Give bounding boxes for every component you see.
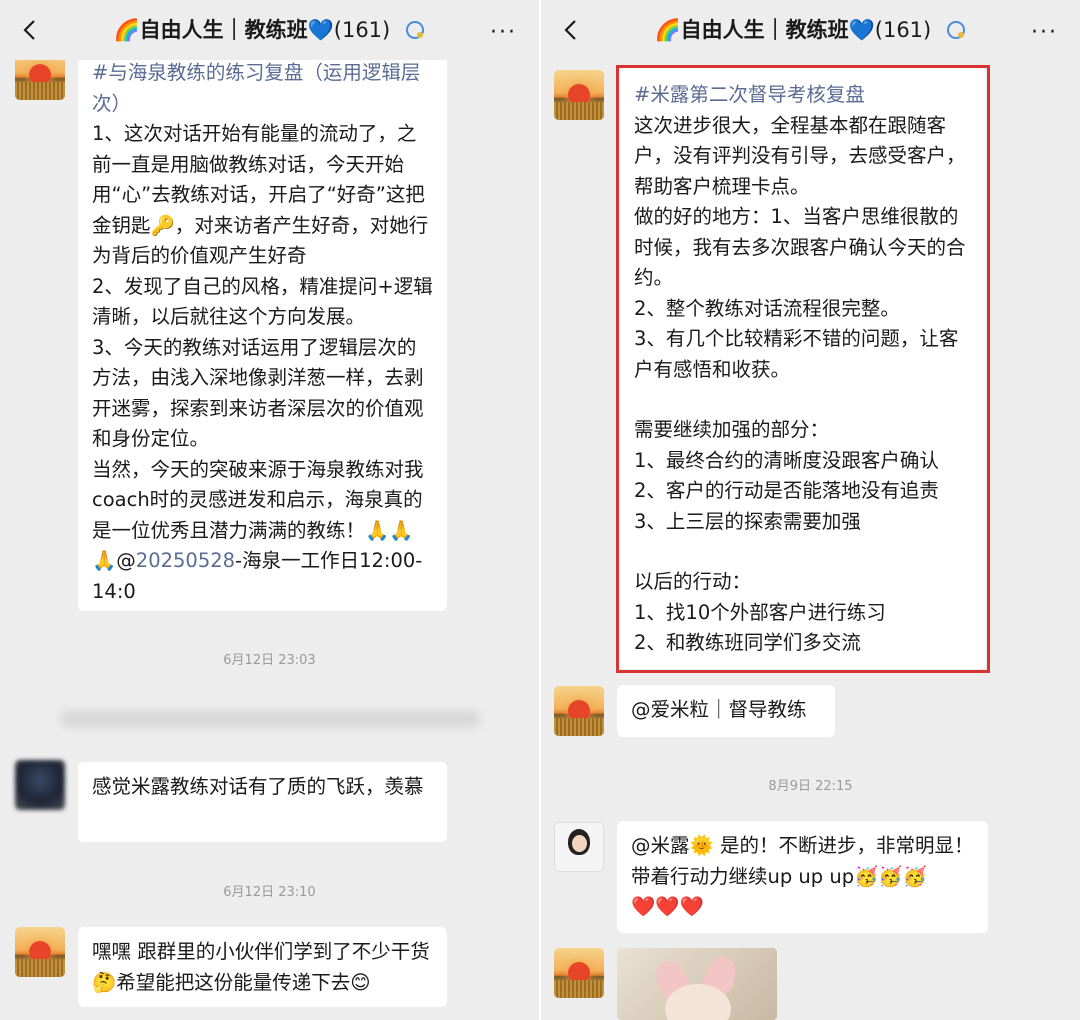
avatar[interactable] [15, 760, 65, 810]
message-line: 2、发现了自己的风格，精准提问+逻辑清晰，以后就往这个方向发展。 [92, 274, 433, 329]
date-link[interactable]: 20250528 [136, 549, 235, 572]
mini-program-icon[interactable] [404, 19, 426, 41]
more-icon[interactable]: ··· [490, 20, 517, 45]
timestamp: 8月9日 22:15 [768, 779, 853, 794]
more-icon[interactable]: ··· [1031, 20, 1058, 45]
message-line: 1、这次对话开始有能量的流动了，之前一直是用脑做教练对话，今天开始用“心”去教练… [92, 122, 429, 267]
message-bubble[interactable]: @米露🌞 是的！不断进步，非常明显！带着行动力继续up up up🥳🥳🥳 ❤️❤… [617, 821, 988, 933]
message-line: 当然，今天的突破来源于海泉教练对我coach时的灵感迸发和启示，海泉真的是一位优… [92, 457, 424, 603]
left-chat-panel: 🌈自由人生｜教练班💙(161) ··· #与海泉教练的练习复盘（运用逻辑层次） … [0, 0, 539, 1020]
avatar[interactable] [15, 927, 65, 977]
timestamp: 6月12日 23:10 [223, 885, 316, 900]
chat-title: 🌈自由人生｜教练班💙(161) [0, 14, 539, 44]
image-message[interactable] [617, 948, 777, 1020]
avatar[interactable] [554, 686, 604, 736]
mini-program-icon[interactable] [945, 19, 967, 41]
message-bubble[interactable]: #与海泉教练的练习复盘（运用逻辑层次） 1、这次对话开始有能量的流动了，之前一直… [78, 48, 447, 611]
avatar[interactable] [554, 70, 604, 120]
chat-header: 🌈自由人生｜教练班💙(161) ··· [0, 0, 539, 60]
message-bubble[interactable]: 嘿嘿 跟群里的小伙伴们学到了不少干货🤔希望能把这份能量传递下去😊 [78, 927, 447, 1007]
message-line: 3、今天的教练对话运用了逻辑层次的方法，由浅入深地像剥洋葱一样，去剥开迷雾，探索… [92, 335, 424, 451]
blurred-system-message [60, 710, 480, 728]
message-bubble[interactable]: @爱米粒｜督导教练 [617, 685, 835, 737]
avatar[interactable] [554, 822, 604, 872]
timestamp: 6月12日 23:03 [223, 653, 316, 668]
chat-header: 🌈自由人生｜教练班💙(161) ··· [541, 0, 1080, 60]
message-bubble[interactable]: #米露第二次督导考核复盘 这次进步很大，全程基本都在跟随客户，没有评判没有引导，… [619, 68, 986, 669]
chat-title: 🌈自由人生｜教练班💙(161) [541, 14, 1080, 44]
avatar[interactable] [554, 948, 604, 998]
message-bubble[interactable]: 感觉米露教练对话有了质的飞跃，羡慕 [78, 762, 447, 842]
hearts: ❤️❤️❤️ [631, 895, 704, 918]
right-chat-panel: 🌈自由人生｜教练班💙(161) ··· #米露第二次督导考核复盘 这次进步很大，… [541, 0, 1080, 1020]
